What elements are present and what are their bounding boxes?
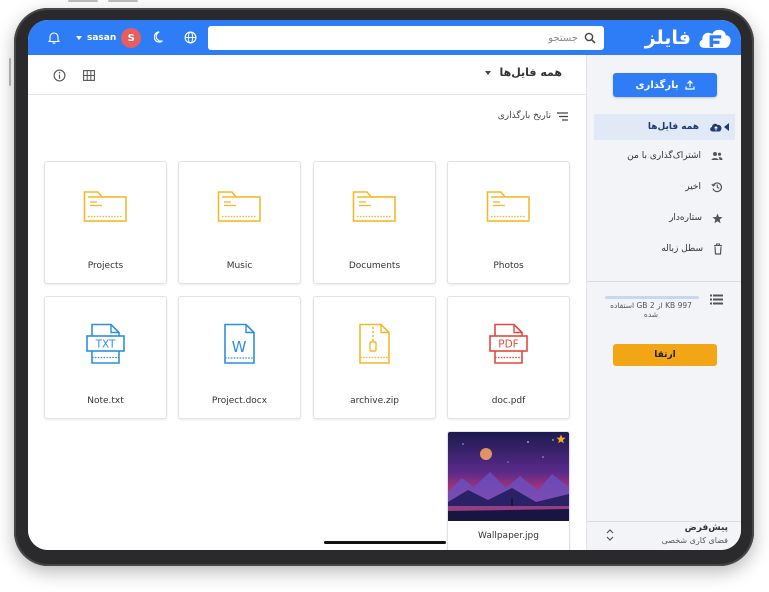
search-placeholder: جستجو [548,32,578,44]
file-name: Documents [348,261,401,271]
unfold-icon [606,529,614,541]
sidebar-item-recent[interactable]: اخیر [594,174,735,200]
file-card-pdf[interactable]: PDF doc.pdf [447,296,570,419]
pdf-badge: PDF [498,339,518,351]
file-card-documents[interactable]: Documents [313,161,436,284]
file-name: Wallpaper.jpg [478,531,539,541]
theme-toggle[interactable] [151,28,169,46]
info-icon [53,69,65,81]
home-indicator [324,541,446,544]
storage-icon [710,294,723,305]
bell-icon [48,31,60,44]
top-bar: فایلز جستجو sasan S [28,20,741,55]
workspace-title: پیش‌فرض [684,523,728,533]
user-menu[interactable]: sasan S [76,27,142,49]
folder-icon [352,191,396,222]
logo-text: فایلز [644,27,691,49]
file-name: Photos [493,261,524,271]
sidebar-item-trash[interactable]: سطل زباله [594,236,735,262]
trash-icon [714,243,722,255]
sidebar-item-all-files[interactable]: همه فایل‌ها [594,114,735,140]
star-icon [712,213,723,223]
sidebar-item-label: سطل زباله [661,244,703,254]
sort-label: تاریخ بارگذاری [497,111,551,121]
folder-icon [217,191,261,222]
app-logo[interactable]: فایلز [645,23,733,53]
sidebar-item-shared[interactable]: اشتراک‌گذاری با من [594,143,735,169]
workspace-switcher[interactable]: پیش‌فرض فضای کاری شخصی [587,521,741,550]
chevron-down-icon [76,36,82,40]
file-name: Project.docx [211,396,268,406]
file-card-zip[interactable]: archive.zip [313,296,436,419]
sidebar-item-label: ستاره‌دار [669,213,702,223]
chevron-down-icon [485,70,492,75]
pdf-file-icon: PDF [488,323,528,364]
history-icon [711,182,723,193]
image-thumbnail [448,432,569,521]
sort-icon [557,111,568,121]
file-name: Music [226,261,253,271]
file-card-txt[interactable]: TXT Note.txt [44,296,167,419]
app-screen: فایلز جستجو sasan S [28,20,741,550]
grid-icon [83,69,95,81]
moon-icon [154,31,163,43]
docx-badge: W [231,338,246,356]
sidebar-item-starred[interactable]: ستاره‌دار [594,205,735,231]
language-button[interactable] [181,28,199,46]
folder-icon [486,191,530,222]
file-name: doc.pdf [491,396,526,406]
file-card-wallpaper[interactable]: Wallpaper.jpg [447,431,570,550]
sidebar-item-label: اشتراک‌گذاری با من [627,151,701,161]
info-button[interactable] [50,66,68,84]
upload-button[interactable]: بارگذاری [613,73,717,97]
notifications-button[interactable] [45,28,63,46]
txt-badge: TXT [94,339,115,351]
logo-icon [699,29,731,48]
file-name: Projects [87,261,124,271]
sidebar-item-label: همه فایل‌ها [647,122,699,132]
storage-progress-bar [605,296,699,299]
divider [587,281,741,282]
user-name: sasan [87,33,117,43]
file-name: archive.zip [350,396,399,406]
storage-usage-text: 997 KB از 2 GB استفاده شده [610,301,692,319]
people-icon [711,152,723,160]
sidebar-item-label: اخیر [685,182,701,192]
cloud-icon [710,123,722,132]
word-file-icon: W [223,323,255,364]
folder-title-dropdown[interactable]: همه فایل‌ها [485,66,562,79]
sidebar: بارگذاری همه فایل‌ها اشتراک‌گذاری با من [586,55,741,550]
file-card-music[interactable]: Music [178,161,301,284]
avatar: S [121,28,142,48]
content-header: همه فایل‌ها [28,55,586,95]
zip-file-icon [358,323,390,364]
text-file-icon: TXT [85,323,125,364]
sort-control[interactable]: تاریخ بارگذاری [498,111,568,121]
folder-title: همه فایل‌ها [499,66,562,79]
file-card-projects[interactable]: Projects [44,161,167,284]
globe-icon [184,31,196,43]
folder-icon [83,191,127,222]
workspace-subtitle: فضای کاری شخصی [661,536,728,545]
upload-icon [685,80,695,90]
grid-view-button[interactable] [80,66,98,84]
file-card-photos[interactable]: Photos [447,161,570,284]
main-content: همه فایل‌ها تاریخ بارگذاری Photos Docume… [28,55,586,550]
upgrade-button[interactable]: ارتقا [613,344,717,366]
search-icon [584,32,596,44]
starred-icon [556,434,566,444]
file-name: Note.txt [87,396,124,406]
search-input[interactable]: جستجو [208,26,604,50]
upload-label: بارگذاری [635,79,679,91]
file-card-docx[interactable]: W Project.docx [178,296,301,419]
caret-icon [724,123,729,131]
